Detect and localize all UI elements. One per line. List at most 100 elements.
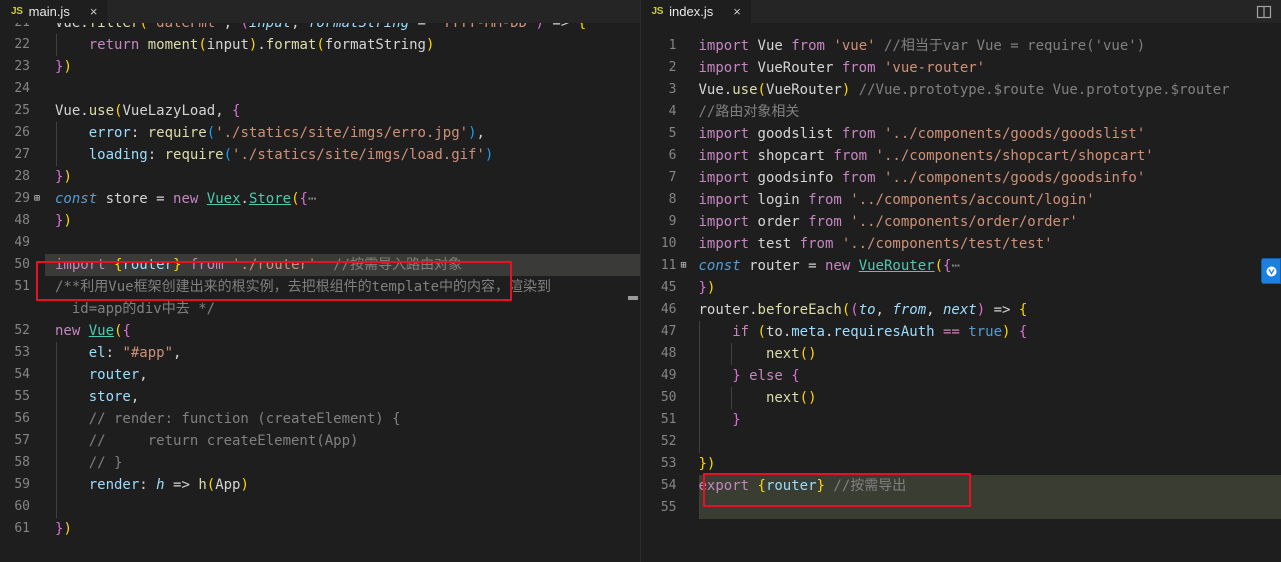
vue-devtools-badge[interactable] [1261, 258, 1281, 284]
code-line-highlighted-import-router[interactable]: 50 import {router} from './router' //按需导… [0, 254, 640, 276]
code-area-right[interactable]: 1 import Vue from 'vue' //相当于var Vue = r… [640, 23, 1281, 562]
code-line[interactable]: 7 import goodsinfo from '../components/g… [641, 167, 1281, 189]
code-line[interactable]: 54 router, [0, 364, 640, 386]
code-line[interactable]: 57 // return createElement(App) [0, 430, 640, 452]
line-number: 60 [14, 499, 30, 514]
code-line[interactable]: 3 Vue.use(VueRouter) //Vue.prototype.$ro… [641, 79, 1281, 101]
js-file-icon: JS [11, 6, 23, 17]
line-number: 54 [660, 478, 677, 493]
editor-group-divider[interactable] [640, 0, 641, 562]
code-line[interactable]: 49 } else { [641, 365, 1281, 387]
code-text: }) [55, 59, 72, 75]
tab-bar-right: JS index.js × [640, 0, 1281, 23]
editor-group-right: JS index.js × 1 import Vue from 'vue' //… [639, 0, 1281, 562]
code-text: // render: function (createElement) { [55, 411, 401, 427]
line-number: 26 [14, 125, 30, 140]
line-number: 29 [14, 191, 30, 206]
code-text: import goodsinfo from '../components/goo… [698, 170, 1146, 186]
code-line[interactable]: 46 router.beforeEach((to, from, next) =>… [641, 299, 1281, 321]
line-number: 50 [14, 257, 30, 272]
code-line[interactable]: 24 [0, 78, 640, 100]
code-line[interactable]: 47 if (to.meta.requiresAuth == true) { [641, 321, 1281, 343]
code-line[interactable]: 53 el: "#app", [0, 342, 640, 364]
code-line[interactable]: 2 import VueRouter from 'vue-router' [641, 57, 1281, 79]
code-line[interactable]: 28 }) [0, 166, 640, 188]
code-line[interactable]: 23 }) [0, 56, 640, 78]
code-text: id=app的div中去 */ [55, 301, 216, 317]
code-text: return moment(input).format(formatString… [88, 37, 435, 53]
line-number: 51 [14, 279, 30, 294]
code-line[interactable]: 53 }) [641, 453, 1281, 475]
code-line-highlighted-export-router[interactable]: 54 export {router} //按需导出 [641, 475, 1281, 497]
tab-label: index.js [669, 4, 714, 19]
code-line[interactable]: 56 // render: function (createElement) { [0, 408, 640, 430]
code-text: }) [55, 521, 72, 537]
code-line[interactable]: 55 store, [0, 386, 640, 408]
scrollbar-thumb[interactable] [627, 296, 638, 300]
code-line[interactable]: 9 import order from '../components/order… [641, 211, 1281, 233]
code-line[interactable]: 21 Vue.filter('dateFmt', (input, formatS… [0, 23, 640, 34]
line-number: 7 [668, 170, 677, 185]
code-text: router, [88, 367, 148, 383]
code-line[interactable]: 10 import test from '../components/test/… [641, 233, 1281, 255]
code-text: //路由对象相关 [698, 104, 800, 120]
line-number: 2 [668, 60, 677, 75]
code-text: }) [698, 456, 716, 472]
close-icon[interactable]: × [733, 5, 741, 18]
close-icon[interactable]: × [90, 5, 98, 18]
line-number: 5 [668, 126, 677, 141]
code-lines-right: 1 import Vue from 'vue' //相当于var Vue = r… [641, 35, 1281, 519]
code-line[interactable]: 4 //路由对象相关 [641, 101, 1281, 123]
code-line[interactable]: 22 return moment(input).format(formatStr… [0, 34, 640, 56]
code-line[interactable]: 51 } [641, 409, 1281, 431]
code-line[interactable]: 48 }) [0, 210, 640, 232]
split-editor-icon[interactable] [1256, 4, 1272, 20]
code-line[interactable]: 1 import Vue from 'vue' //相当于var Vue = r… [641, 35, 1281, 57]
code-line[interactable]: 51 /**利用Vue框架创建出来的根实例，去把根组件的template中的内容… [0, 276, 640, 298]
code-line[interactable]: 26 error: require('./statics/site/imgs/e… [0, 122, 640, 144]
code-line[interactable]: 25 Vue.use(VueLazyLoad, { [0, 100, 640, 122]
code-line[interactable]: 29 ⊞ const store = new Vuex.Store({⋯ [0, 188, 640, 210]
line-number: 24 [14, 81, 30, 96]
line-number: 51 [660, 412, 677, 427]
code-text: export {router} //按需导出 [698, 478, 907, 494]
tab-index-js[interactable]: JS index.js × [640, 0, 751, 23]
line-number: 53 [14, 345, 30, 360]
code-line-continuation[interactable]: id=app的div中去 */ [0, 298, 640, 320]
code-line[interactable]: 52 new Vue({ [0, 320, 640, 342]
code-line[interactable]: 5 import goodslist from '../components/g… [641, 123, 1281, 145]
code-text: render: h => h(App) [88, 477, 249, 493]
code-line[interactable]: 60 [0, 496, 640, 518]
code-line[interactable]: 48 next() [641, 343, 1281, 365]
fold-indicator[interactable]: ⊞ [677, 255, 691, 277]
line-number: 49 [14, 235, 30, 250]
code-line[interactable]: 52 [641, 431, 1281, 453]
line-number: 9 [668, 214, 677, 229]
vertical-scrollbar-left[interactable] [626, 46, 640, 562]
code-line[interactable]: 50 next() [641, 387, 1281, 409]
code-line[interactable]: 49 [0, 232, 640, 254]
code-area-left[interactable]: 21 Vue.filter('dateFmt', (input, formatS… [0, 23, 640, 562]
code-line[interactable]: 11 ⊞ const router = new VueRouter({⋯ [641, 255, 1281, 277]
code-line[interactable]: 55 [641, 497, 1281, 519]
code-text: } else { [732, 368, 800, 384]
code-text: }) [698, 280, 716, 296]
code-line[interactable]: 58 // } [0, 452, 640, 474]
code-line[interactable]: 59 render: h => h(App) [0, 474, 640, 496]
code-line[interactable]: 8 import login from '../components/accou… [641, 189, 1281, 211]
code-line[interactable]: 45 }) [641, 277, 1281, 299]
code-text: if (to.meta.requiresAuth == true) { [732, 324, 1028, 340]
line-number: 10 [660, 236, 677, 251]
fold-indicator[interactable]: ⊞ [30, 188, 44, 210]
line-number: 52 [660, 434, 677, 449]
code-text: const store = new Vuex.Store({⋯ [55, 191, 317, 207]
line-number: 48 [14, 213, 30, 228]
code-line[interactable]: 6 import shopcart from '../components/sh… [641, 145, 1281, 167]
js-file-icon: JS [651, 6, 664, 17]
code-line[interactable]: 61 }) [0, 518, 640, 540]
code-line[interactable]: 27 loading: require('./statics/site/imgs… [0, 144, 640, 166]
tab-main-js[interactable]: JS main.js × [0, 0, 108, 23]
code-text: Vue.filter('dateFmt', (input, formatStri… [55, 23, 587, 31]
line-number: 56 [14, 411, 30, 426]
code-text: import shopcart from '../components/shop… [698, 148, 1154, 164]
